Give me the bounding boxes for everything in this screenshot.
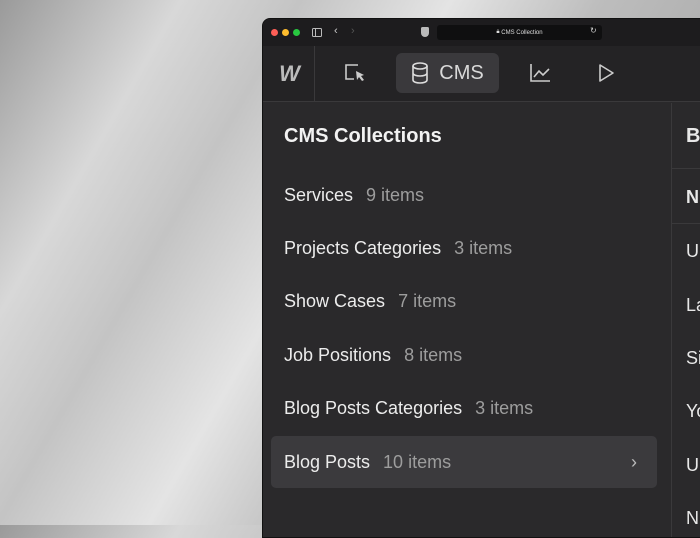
table-row[interactable]: U — [686, 455, 699, 476]
cursor-select-icon — [345, 64, 364, 81]
reload-icon[interactable]: ↻ — [590, 26, 597, 35]
column-header[interactable]: N — [686, 187, 699, 208]
cms-button[interactable]: CMS — [396, 53, 499, 93]
collection-count: 10 items — [383, 451, 452, 472]
webflow-logo-icon: W — [279, 61, 300, 86]
collection-item[interactable]: Services 9 items — [271, 169, 657, 221]
collection-item[interactable]: Show Cases 7 items — [271, 275, 657, 327]
collection-item[interactable]: Projects Categories 3 items — [271, 222, 657, 274]
collection-item-selected[interactable]: Blog Posts 10 items › — [271, 436, 657, 488]
chart-icon — [530, 64, 550, 82]
collection-item[interactable]: Blog Posts Categories 3 items — [271, 382, 657, 434]
collection-name: Job Positions — [284, 344, 392, 365]
maximize-button[interactable] — [293, 29, 300, 36]
panel-title: CMS Collections — [284, 125, 442, 147]
minimize-button[interactable] — [282, 29, 289, 36]
url-text: CMS Collection — [501, 29, 543, 36]
browser-window: ‹ › 🔒︎ CMS Collection ↻ W CMS CMS Collec… — [262, 18, 700, 538]
forward-icon[interactable]: › — [351, 25, 355, 37]
webflow-logo[interactable]: W — [263, 46, 315, 102]
collection-count: 7 items — [398, 290, 457, 311]
back-icon[interactable]: ‹ — [334, 25, 338, 37]
designer-button[interactable] — [335, 53, 375, 93]
address-bar[interactable]: 🔒︎ CMS Collection — [437, 25, 602, 40]
preview-button[interactable] — [589, 53, 623, 93]
close-button[interactable] — [271, 29, 278, 36]
chevron-right-icon: › — [631, 451, 637, 472]
play-icon — [599, 64, 614, 82]
sidebar-toggle-icon[interactable] — [312, 28, 322, 37]
database-icon — [412, 62, 429, 84]
title-bar: ‹ › 🔒︎ CMS Collection ↻ — [263, 19, 700, 46]
analytics-button[interactable] — [521, 53, 559, 93]
app-toolbar: W CMS — [263, 46, 700, 102]
collection-name: Services — [284, 184, 354, 205]
collection-items-panel: B N U La Si Yo U N — [671, 103, 700, 537]
table-row[interactable]: Si — [686, 348, 700, 369]
collection-name: Show Cases — [284, 290, 386, 311]
table-row[interactable]: U — [686, 241, 699, 262]
collection-count: 3 items — [475, 397, 534, 418]
collection-count: 8 items — [404, 344, 463, 365]
collection-count: 3 items — [454, 237, 513, 258]
collection-name: Blog Posts Categories — [284, 397, 463, 418]
table-row[interactable]: N — [686, 508, 699, 529]
table-row[interactable]: La — [686, 295, 700, 316]
cms-label: CMS — [439, 61, 484, 84]
collection-title: B — [686, 125, 700, 147]
collection-name: Blog Posts — [284, 451, 371, 472]
cms-collections-panel: CMS Collections Services 9 items Projects… — [263, 103, 671, 537]
collection-count: 9 items — [366, 184, 425, 205]
collection-name: Projects Categories — [284, 237, 442, 258]
collection-item[interactable]: Job Positions 8 items — [271, 329, 657, 381]
table-row[interactable]: Yo — [686, 401, 700, 422]
shield-icon — [421, 27, 429, 37]
